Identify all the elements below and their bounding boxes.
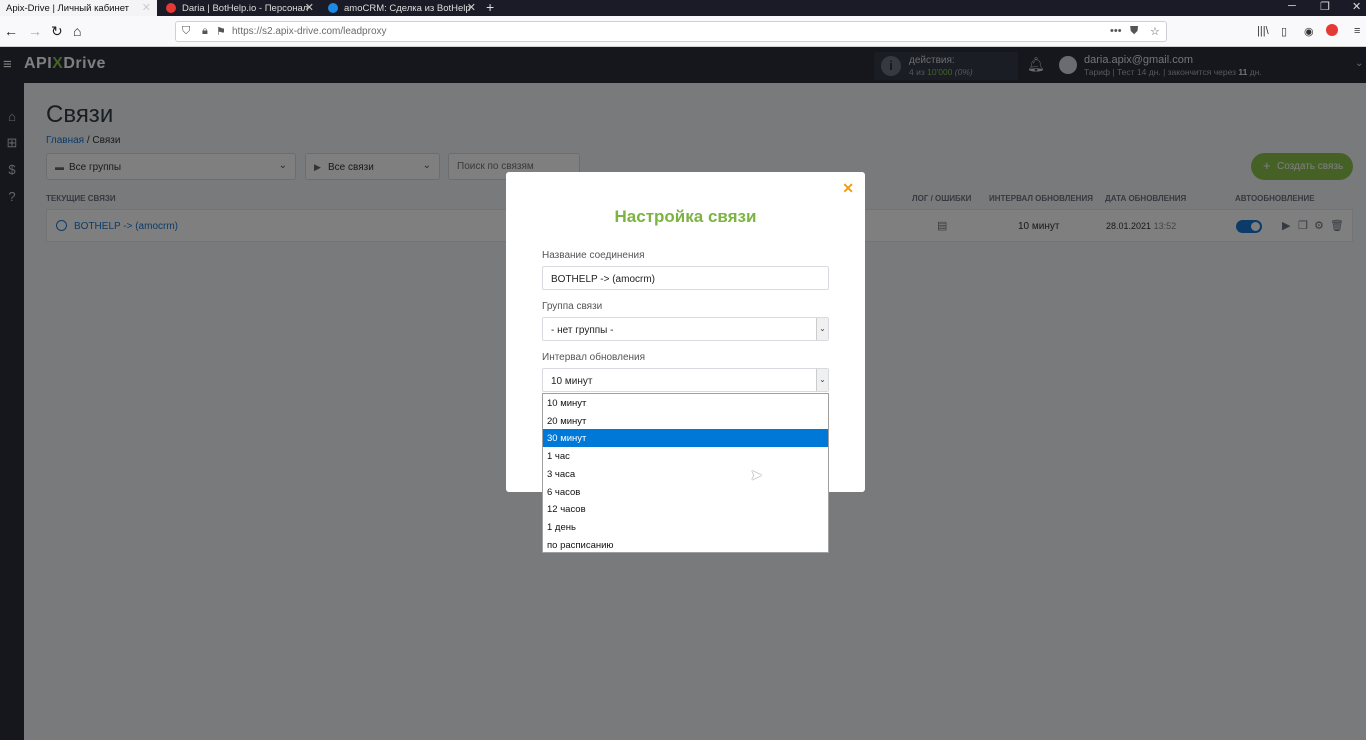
library-icon[interactable]: |||\ xyxy=(1257,25,1269,37)
mouse-cursor-icon: ➤ xyxy=(750,467,763,484)
restore-icon[interactable]: ❐ xyxy=(1320,0,1330,13)
amocrm-favicon-icon xyxy=(328,3,338,13)
permissions-icon: ⚑ xyxy=(216,26,226,38)
interval-option[interactable]: по расписанию xyxy=(543,536,828,554)
modal-title: Настройка связи xyxy=(614,207,757,226)
url-text: https://s2.apix-drive.com/leadproxy xyxy=(232,26,387,37)
interval-option[interactable]: 20 минут xyxy=(543,412,828,430)
interval-dropdown-list: 10 минут 20 минут 30 минут 1 час 3 часа … xyxy=(542,393,829,553)
update-interval-label: Интервал обновления xyxy=(542,352,646,363)
sidebar-toggle-icon[interactable]: ▯ xyxy=(1281,25,1287,38)
more-icon[interactable]: ••• xyxy=(1110,25,1122,37)
pocket-icon[interactable]: ⛊ xyxy=(1130,25,1138,38)
adblock-icon[interactable] xyxy=(1326,24,1338,36)
interval-option[interactable]: 3 часа xyxy=(543,465,828,483)
modal-overlay-sidebar xyxy=(0,83,24,740)
modal-overlay-header xyxy=(0,47,1366,83)
reload-icon[interactable]: ↻ xyxy=(51,23,63,40)
close-icon[interactable]: ✕ xyxy=(842,180,854,197)
chevron-down-icon: ⌄ xyxy=(816,369,828,391)
chevron-down-icon: ⌄ xyxy=(816,318,828,340)
interval-option[interactable]: 1 час xyxy=(543,447,828,465)
bothelp-favicon-icon xyxy=(166,3,176,13)
home-icon[interactable]: ⌂ xyxy=(73,23,81,39)
link-group-value: - нет группы - xyxy=(551,325,614,336)
connection-name-input[interactable]: BOTHELP -> (amocrm) xyxy=(542,266,829,290)
forward-icon[interactable]: → xyxy=(28,23,42,39)
browser-nav-bar: ← → ↻ ⌂ ⛉ 🔒︎ ⚑ https://s2.apix-drive.com… xyxy=(0,16,1366,47)
link-group-select[interactable]: - нет группы - ⌄ xyxy=(542,317,829,341)
tab-bothelp[interactable]: Daria | BotHelp.io - Персонал ✕ xyxy=(160,0,320,16)
menu-icon[interactable]: ≡ xyxy=(1354,25,1360,37)
update-interval-select[interactable]: 10 минут ⌄ xyxy=(542,368,829,392)
url-bar[interactable]: ⛉ 🔒︎ ⚑ https://s2.apix-drive.com/leadpro… xyxy=(175,21,1167,42)
interval-option[interactable]: 1 день xyxy=(543,518,828,536)
connection-name-label: Название соединения xyxy=(542,250,645,261)
account-icon[interactable]: ◉ xyxy=(1304,25,1314,38)
browser-tab-bar: Apix-Drive | Личный кабинет ✕ Daria | Bo… xyxy=(0,0,1366,16)
link-group-label: Группа связи xyxy=(542,301,603,312)
close-tab-icon[interactable]: ✕ xyxy=(467,1,476,14)
shield-icon: ⛉ xyxy=(182,25,191,37)
update-interval-value: 10 минут xyxy=(551,376,593,387)
tab-label: Apix-Drive | Личный кабинет xyxy=(6,2,130,14)
new-tab-icon[interactable]: + xyxy=(486,0,494,15)
tab-label: amoCRM: Сделка из BotHelp xyxy=(344,2,471,14)
interval-option[interactable]: 10 минут xyxy=(543,394,828,412)
bookmark-star-icon[interactable]: ☆ xyxy=(1150,25,1160,38)
lock-icon: 🔒︎ xyxy=(202,25,208,37)
interval-option[interactable]: 12 часов xyxy=(543,500,828,518)
close-tab-icon[interactable]: ✕ xyxy=(142,1,151,14)
tab-apix-drive[interactable]: Apix-Drive | Личный кабинет ✕ xyxy=(0,0,157,16)
back-icon[interactable]: ← xyxy=(4,23,18,39)
tab-label: Daria | BotHelp.io - Персонал xyxy=(182,2,309,14)
interval-option-highlighted[interactable]: 30 минут xyxy=(543,429,828,448)
close-tab-icon[interactable]: ✕ xyxy=(305,1,314,14)
interval-option[interactable]: 6 часов xyxy=(543,483,828,501)
minimize-icon[interactable]: ─ xyxy=(1288,0,1296,12)
window-close-icon[interactable]: ✕ xyxy=(1352,0,1361,13)
tab-amocrm[interactable]: amoCRM: Сделка из BotHelp ✕ xyxy=(322,0,482,16)
